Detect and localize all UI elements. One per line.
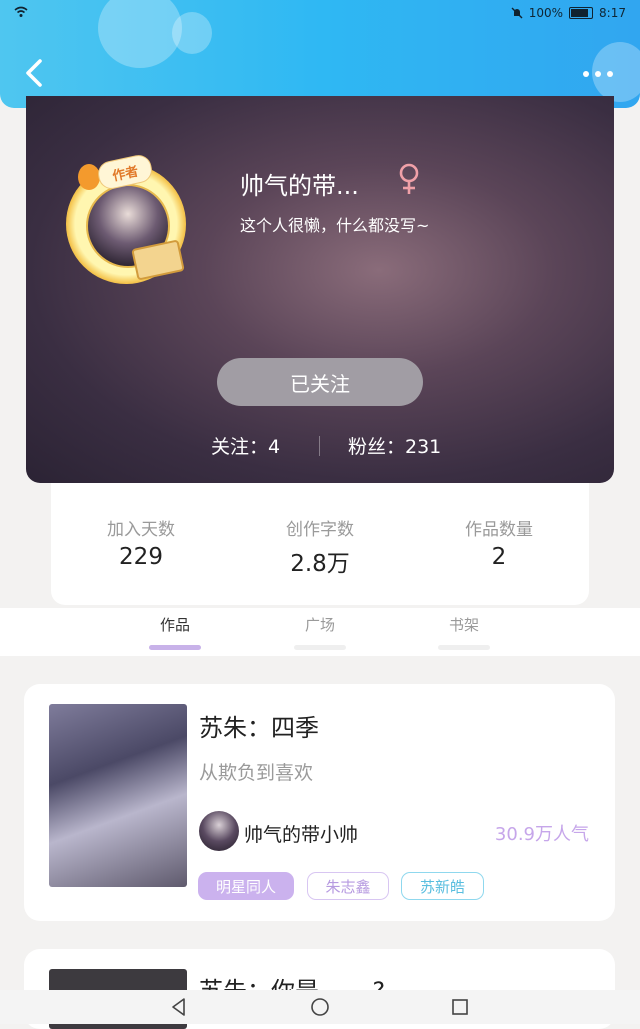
battery-percent: 100% <box>528 6 564 20</box>
dot-icon <box>595 71 601 77</box>
stat-works-count: 作品数量 2 <box>429 515 569 570</box>
tab-label: 作品 <box>159 616 190 634</box>
mute-bell-icon <box>511 7 523 19</box>
divider <box>319 436 320 456</box>
tab-bookshelf[interactable]: 书架 <box>434 614 494 650</box>
tab-works[interactable]: 作品 <box>145 614 205 650</box>
clock: 8:17 <box>599 6 626 20</box>
stat-value: 2.8万 <box>290 551 350 577</box>
author-name: 帅气的带小帅 <box>244 824 359 846</box>
stat-word-count: 创作字数 2.8万 <box>250 515 390 578</box>
stat-label: 作品数量 <box>465 520 533 540</box>
stat-value: 229 <box>119 544 163 570</box>
status-bar: 100% 8:17 <box>0 4 640 24</box>
nav-recents-icon[interactable] <box>449 996 471 1018</box>
work-title: 苏朱：四季 <box>199 714 319 742</box>
stat-label: 加入天数 <box>107 520 175 540</box>
tab-indicator <box>149 645 201 650</box>
following-count[interactable]: 关注：4 <box>211 432 280 459</box>
system-nav-bar <box>0 990 640 1024</box>
followed-button[interactable]: 已关注 <box>217 358 423 406</box>
work-subtitle: 从欺负到喜欢 <box>199 762 314 784</box>
top-header: 100% 8:17 <box>0 0 640 108</box>
popularity-count: 30.9万人气 <box>494 824 589 845</box>
tag-chip[interactable]: 苏新皓 <box>401 872 484 900</box>
username: 帅气的带... <box>240 172 359 200</box>
stat-label: 创作字数 <box>286 520 354 540</box>
follow-stats: 关注：4 粉丝：231 <box>26 432 614 462</box>
nav-home-icon[interactable] <box>309 996 331 1018</box>
tag-chip[interactable]: 朱志鑫 <box>307 872 389 900</box>
tag-chip[interactable]: 明星同人 <box>198 872 294 900</box>
more-options-button[interactable] <box>578 62 618 86</box>
work-card[interactable]: 苏朱：四季 从欺负到喜欢 帅气的带小帅 30.9万人气 明星同人 朱志鑫 苏新皓 <box>24 684 615 921</box>
tab-indicator <box>438 645 490 650</box>
author-avatar <box>199 811 239 851</box>
stat-value: 2 <box>491 544 507 570</box>
tab-square[interactable]: 广场 <box>290 614 350 650</box>
tab-indicator <box>294 645 346 650</box>
wifi-icon <box>14 6 28 17</box>
tab-label: 广场 <box>304 616 335 634</box>
stats-card: 加入天数 229 创作字数 2.8万 作品数量 2 <box>51 483 589 605</box>
dot-icon <box>607 71 613 77</box>
dot-icon <box>583 71 589 77</box>
stat-join-days: 加入天数 229 <box>71 515 211 570</box>
battery-icon <box>569 7 594 19</box>
work-cover-image <box>49 704 187 887</box>
user-bio: 这个人很懒，什么都没写~ <box>240 216 430 235</box>
back-button[interactable] <box>18 56 52 90</box>
fans-count[interactable]: 粉丝：231 <box>348 432 441 459</box>
tab-label: 书架 <box>448 616 479 634</box>
nav-back-icon[interactable] <box>168 996 190 1018</box>
profile-card: 作者 帅气的带... 这个人很懒，什么都没写~ 已关注 关注：4 粉丝：231 <box>26 96 614 483</box>
female-icon <box>399 163 419 194</box>
tab-bar: 作品 广场 书架 <box>0 608 640 656</box>
balloon-icon <box>78 164 100 190</box>
